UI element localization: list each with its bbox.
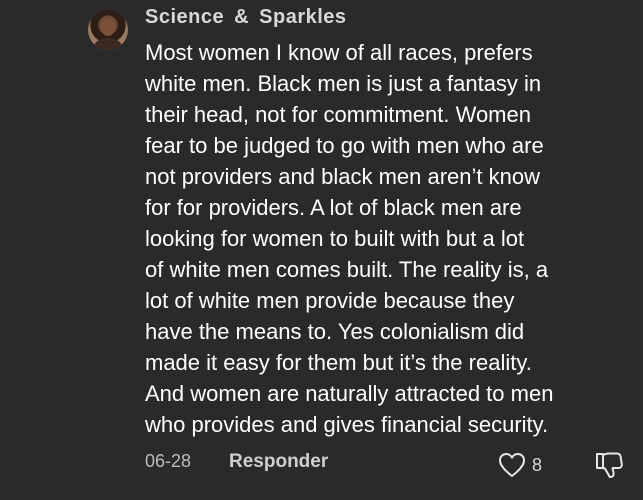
comment-text-line: Most women I know of all races, prefers bbox=[145, 40, 533, 65]
comment-text-line: And women are naturally attracted to men bbox=[145, 381, 554, 406]
heart-outline-icon bbox=[499, 453, 525, 477]
comment-text-line: for for providers. A lot of black men ar… bbox=[145, 195, 522, 220]
comment-item: Science & Sparkles Most women I know of … bbox=[0, 0, 643, 500]
like-button[interactable]: 8 bbox=[498, 452, 542, 478]
comment-text-line: lot of white men provide because they bbox=[145, 288, 515, 313]
dislike-button[interactable] bbox=[594, 450, 624, 480]
comment-text-line: white men. Black men is just a fantasy i… bbox=[145, 71, 542, 96]
avatar[interactable] bbox=[88, 10, 128, 50]
like-count: 8 bbox=[532, 454, 543, 475]
comment-text-line: made it easy for them but it’s the reali… bbox=[145, 350, 532, 375]
comment-text-line: looking for women to built with but a lo… bbox=[145, 226, 525, 251]
comment-text-line: of white men comes built. The reality is… bbox=[145, 257, 549, 282]
reply-button[interactable]: Responder bbox=[229, 451, 328, 473]
thumbs-down-icon bbox=[596, 452, 623, 478]
comment-text-line: not providers and black men aren’t know bbox=[145, 164, 540, 189]
comment-meta: 06-28 bbox=[145, 451, 191, 472]
comment-text: Most women I know of all races, prefers … bbox=[145, 37, 625, 440]
comment-text-line: who provides and gives financial securit… bbox=[145, 412, 549, 437]
avatar-face bbox=[101, 18, 115, 36]
comment-text-line: their head, not for commitment. Women bbox=[145, 102, 531, 127]
comment-date: 06-28 bbox=[145, 451, 192, 471]
comment-text-line: have the means to. Yes colonialism did bbox=[145, 319, 525, 344]
comment-username[interactable]: Science & Sparkles bbox=[145, 6, 347, 29]
avatar-shoulders bbox=[94, 38, 122, 50]
comment-text-line: fear to be judged to go with men who are bbox=[145, 133, 544, 158]
